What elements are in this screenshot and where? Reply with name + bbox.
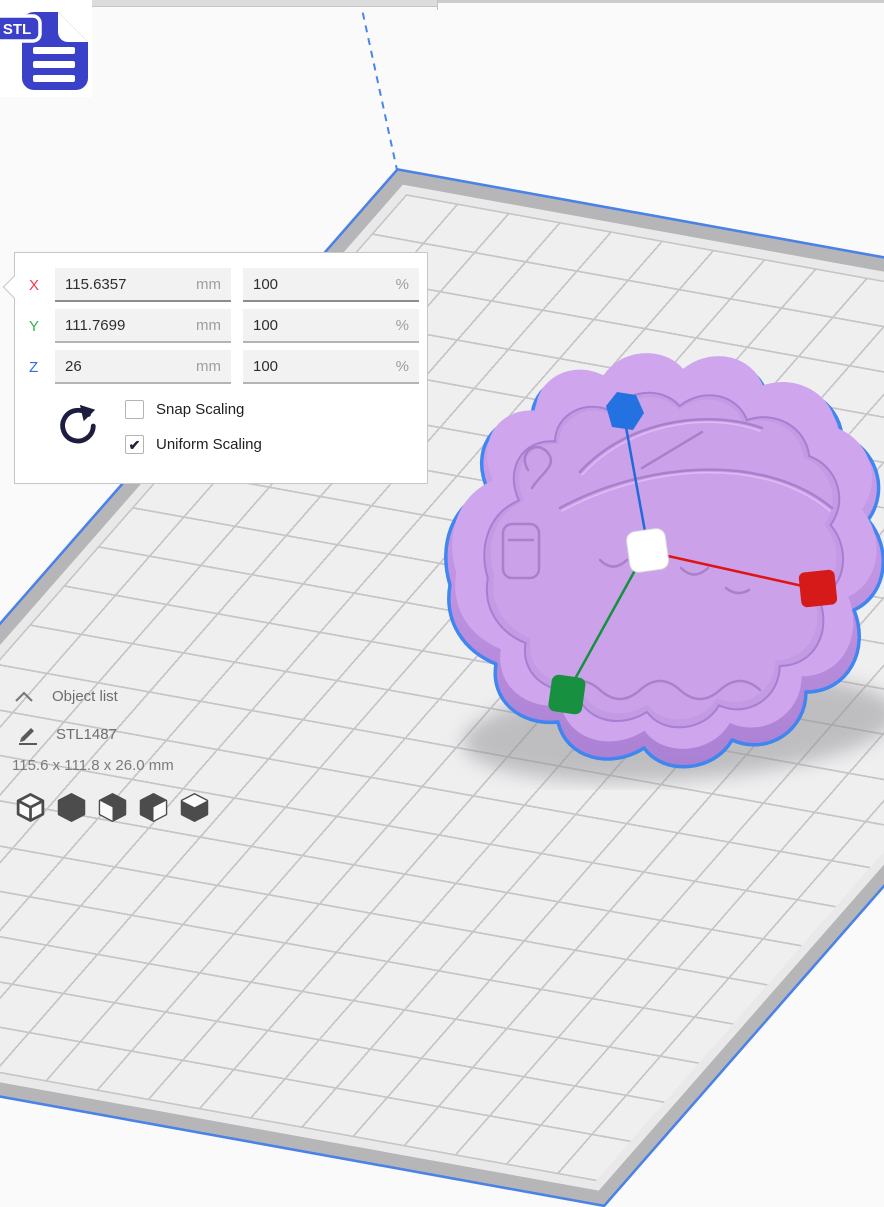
scale-row-x: X mm % [29, 268, 419, 302]
model-dimensions-label: 115.6 x 111.8 x 26.0 mm [12, 757, 174, 774]
axis-z-label: Z [29, 358, 39, 376]
x-percent-field: % [243, 268, 419, 302]
stl-file-logo: STL [0, 0, 92, 97]
window-top-edge-left [92, 0, 437, 7]
stl-badge: STL [0, 14, 42, 43]
z-mm-input[interactable] [55, 350, 231, 384]
z-percent-field: % [243, 350, 419, 384]
axis-y-label: Y [29, 317, 40, 335]
axis-x-label: X [29, 276, 40, 294]
y-percent-field: % [243, 309, 419, 343]
y-mm-field: mm [55, 309, 231, 343]
uniform-scaling-checkbox[interactable]: ✔ [125, 435, 144, 454]
pencil-edit-icon[interactable] [16, 722, 40, 746]
scale-row-y: Y mm % [29, 309, 419, 343]
z-mm-field: mm [55, 350, 231, 384]
object-item-name: STL1487 [56, 725, 117, 743]
panel-notch [2, 275, 26, 299]
scale-tool-panel: X mm % Y mm % Z mm % [2, 252, 428, 484]
uniform-scaling-label: Uniform Scaling [156, 436, 262, 453]
object-list-item[interactable]: STL1487 [16, 722, 117, 746]
camera-view-toolbar [14, 791, 211, 824]
snap-scaling-label: Snap Scaling [156, 401, 245, 418]
object-list-title: Object list [52, 688, 118, 705]
scale-handle-x[interactable] [798, 569, 838, 608]
view-front-icon[interactable] [55, 791, 88, 824]
x-mm-field: mm [55, 268, 231, 302]
x-mm-input[interactable] [55, 268, 231, 302]
stl-badge-text: STL [3, 21, 31, 38]
x-percent-input[interactable] [243, 268, 419, 302]
z-axis-guide-line [359, 0, 398, 171]
z-percent-input[interactable] [243, 350, 419, 384]
scale-handle-center[interactable] [625, 527, 670, 573]
uniform-scaling-option[interactable]: ✔ Uniform Scaling [125, 435, 262, 454]
view-right-icon[interactable] [178, 791, 211, 824]
scale-row-z: Z mm % [29, 350, 419, 384]
view-top-icon[interactable] [96, 791, 129, 824]
y-percent-input[interactable] [243, 309, 419, 343]
window-top-edge-right [437, 0, 884, 3]
reset-scale-icon[interactable] [54, 403, 100, 449]
y-mm-input[interactable] [55, 309, 231, 343]
view-left-icon[interactable] [137, 791, 170, 824]
model-scene [444, 353, 884, 783]
snap-scaling-option[interactable]: Snap Scaling [125, 400, 262, 419]
chevron-up-icon [15, 690, 33, 702]
snap-scaling-checkbox[interactable] [125, 400, 144, 419]
view-3d-icon[interactable] [14, 791, 47, 824]
window-top-edge-divider [437, 0, 438, 10]
object-list-toggle[interactable]: Object list [14, 688, 118, 705]
scale-handle-y[interactable] [548, 674, 587, 715]
